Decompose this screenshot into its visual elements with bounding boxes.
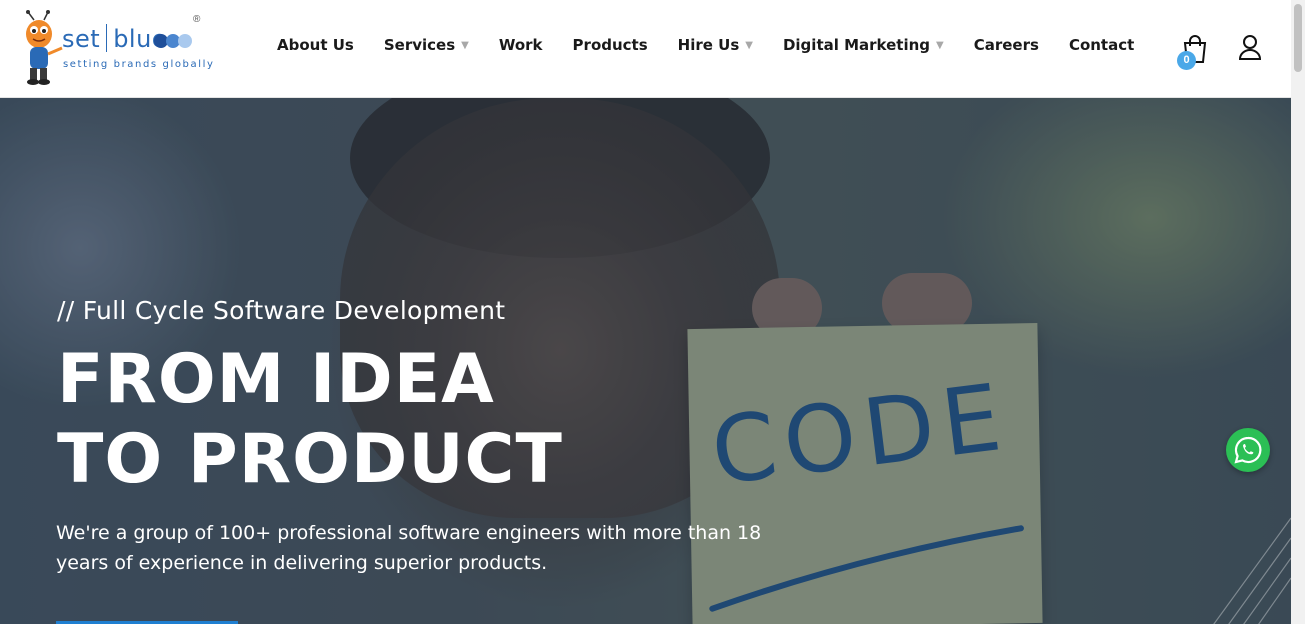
hero-description: We're a group of 100+ professional softw…	[56, 522, 762, 574]
nav-label: Hire Us	[677, 36, 740, 54]
page-scrollbar[interactable]	[1291, 0, 1305, 624]
hero-headline: FROM IDEA TO PRODUCT	[57, 340, 563, 500]
caret-down-icon: ▼	[745, 39, 753, 51]
nav-label: Products	[572, 36, 648, 54]
whatsapp-button[interactable]	[1226, 428, 1270, 472]
nav-work[interactable]: Work	[499, 36, 543, 54]
logo-word-left: set	[62, 25, 101, 53]
hero-headline-line1: FROM IDEA	[57, 340, 495, 419]
site-header: set blue ® setting brands globally About …	[0, 0, 1291, 98]
nav-label: Careers	[973, 36, 1039, 54]
nav-services[interactable]: Services ▼	[384, 36, 469, 54]
nav-label: About Us	[277, 36, 354, 54]
nav-about-us[interactable]: About Us	[277, 36, 354, 54]
logo-tagline: setting brands globally	[63, 59, 215, 70]
scrollbar-thumb[interactable]	[1294, 4, 1302, 72]
nav-label: Digital Marketing	[782, 36, 931, 54]
nav-digital-marketing[interactable]: Digital Marketing ▼	[783, 36, 944, 54]
nav-label: Services	[383, 36, 456, 54]
nav-label: Contact	[1068, 36, 1135, 54]
caret-down-icon: ▼	[936, 39, 944, 51]
cart-count-badge: 0	[1177, 51, 1196, 70]
nav-hire-us[interactable]: Hire Us ▼	[678, 36, 753, 54]
nav-contact[interactable]: Contact	[1069, 36, 1134, 54]
nav-products[interactable]: Products	[573, 36, 648, 54]
registered-mark: ®	[193, 14, 201, 25]
logo-separator	[106, 24, 108, 52]
whatsapp-icon	[1234, 436, 1262, 464]
nav-label: Work	[498, 36, 543, 54]
hero-headline-line2: TO PRODUCT	[57, 420, 563, 499]
ant-mascot-icon	[26, 10, 63, 85]
logo-dots-icon	[154, 34, 192, 48]
nav-careers[interactable]: Careers	[974, 36, 1039, 54]
caret-down-icon: ▼	[461, 39, 469, 51]
user-icon[interactable]	[1238, 34, 1262, 60]
main-navigation: About Us Services ▼ Work Products Hire Us…	[262, 36, 1149, 54]
hero-subtitle: // Full Cycle Software Development	[57, 296, 506, 325]
